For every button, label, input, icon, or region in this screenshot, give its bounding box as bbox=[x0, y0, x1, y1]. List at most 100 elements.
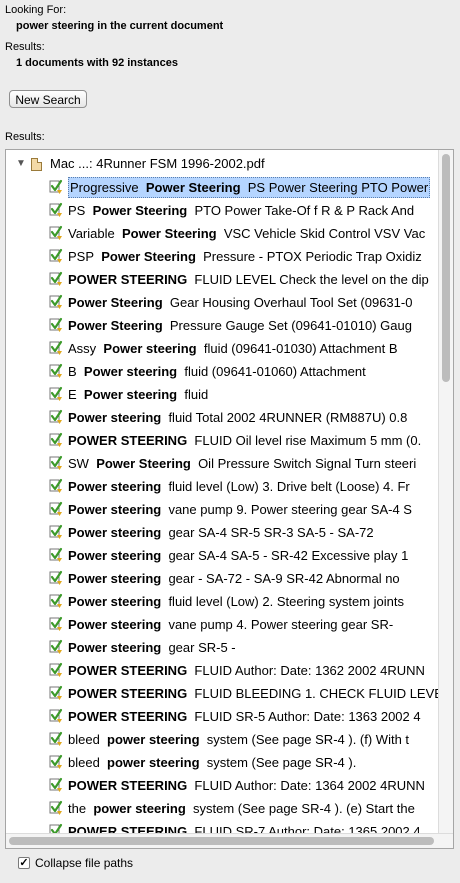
result-row[interactable]: bleed power steering system (See page SR… bbox=[6, 751, 438, 774]
result-context-before: Assy bbox=[68, 341, 97, 356]
results-tree-panel[interactable]: ▼ Mac ...: 4Runner FSM 1996-2002.pdf Pro… bbox=[5, 149, 454, 849]
vertical-scroll-thumb[interactable] bbox=[442, 154, 450, 382]
looking-for-label: Looking For: bbox=[5, 4, 67, 16]
result-match: Power steering bbox=[68, 479, 162, 494]
result-text: POWER STEERING FLUID Oil level rise Maxi… bbox=[68, 429, 421, 452]
result-row[interactable]: Progressive Power Steering PS Power Stee… bbox=[6, 176, 438, 199]
vertical-scrollbar[interactable] bbox=[438, 150, 453, 834]
result-row[interactable]: Power Steering Gear Housing Overhaul Too… bbox=[6, 291, 438, 314]
result-text: Power steering fluid level (Low) 2. Stee… bbox=[68, 590, 404, 613]
result-row[interactable]: POWER STEERING FLUID SR-5 Author: Date: … bbox=[6, 705, 438, 728]
result-context-after: gear SA-4 SA-5 - SR-42 Excessive play 1 bbox=[168, 548, 409, 563]
result-match: Power steering bbox=[68, 640, 162, 655]
result-row[interactable]: PS Power Steering PTO Power Take-Of f R … bbox=[6, 199, 438, 222]
search-hit-icon bbox=[49, 478, 63, 493]
result-context-after: fluid (09641-01060) Attachment bbox=[184, 364, 366, 379]
result-row[interactable]: POWER STEERING FLUID BLEEDING 1. CHECK F… bbox=[6, 682, 438, 705]
result-context-before: the bbox=[68, 801, 87, 816]
result-row[interactable]: PSP Power Steering Pressure - PTOX Perio… bbox=[6, 245, 438, 268]
horizontal-scrollbar[interactable] bbox=[6, 833, 453, 848]
search-hit-icon bbox=[49, 271, 63, 286]
result-row[interactable]: Power steering gear - SA-72 - SA-9 SR-42… bbox=[6, 567, 438, 590]
results-list: Progressive Power Steering PS Power Stee… bbox=[6, 176, 438, 843]
result-row[interactable]: Assy Power steering fluid (09641-01030) … bbox=[6, 337, 438, 360]
result-text: POWER STEERING FLUID BLEEDING 1. CHECK F… bbox=[68, 682, 438, 705]
result-text: Power steering fluid level (Low) 3. Driv… bbox=[68, 475, 410, 498]
result-context-after: system (See page SR-4 ). (f) With t bbox=[206, 732, 410, 747]
result-text: Variable Power Steering VSC Vehicle Skid… bbox=[68, 222, 425, 245]
search-hit-icon bbox=[49, 524, 63, 539]
horizontal-scroll-thumb[interactable] bbox=[9, 837, 434, 845]
result-row[interactable]: Power steering fluid level (Low) 3. Driv… bbox=[6, 475, 438, 498]
result-match: Power Steering bbox=[121, 226, 217, 241]
search-hit-icon bbox=[49, 754, 63, 769]
result-match: POWER STEERING bbox=[68, 663, 188, 678]
result-text: B Power steering fluid (09641-01060) Att… bbox=[68, 360, 366, 383]
result-context-after: gear SR-5 - bbox=[168, 640, 236, 655]
result-match: Power Steering bbox=[92, 203, 188, 218]
result-context-after: FLUID Oil level rise Maximum 5 mm (0. bbox=[194, 433, 422, 448]
result-row[interactable]: bleed power steering system (See page SR… bbox=[6, 728, 438, 751]
result-row[interactable]: Power steering vane pump 4. Power steeri… bbox=[6, 613, 438, 636]
document-title: Mac ...: 4Runner FSM 1996-2002.pdf bbox=[50, 156, 265, 171]
disclosure-triangle-icon[interactable]: ▼ bbox=[16, 153, 26, 175]
result-row[interactable]: the power steering system (See page SR-4… bbox=[6, 797, 438, 820]
result-row[interactable]: Power steering fluid Total 2002 4RUNNER … bbox=[6, 406, 438, 429]
result-match: Power steering bbox=[103, 341, 197, 356]
results-summary-label: Results: bbox=[5, 41, 45, 53]
result-row[interactable]: Power steering gear SR-5 - bbox=[6, 636, 438, 659]
result-context-after: PTO Power Take-Of f R & P Rack And bbox=[194, 203, 415, 218]
result-row[interactable]: E Power steering fluid bbox=[6, 383, 438, 406]
result-row[interactable]: Power Steering Pressure Gauge Set (09641… bbox=[6, 314, 438, 337]
result-row[interactable]: POWER STEERING FLUID Author: Date: 1362 … bbox=[6, 659, 438, 682]
result-context-before: PSP bbox=[68, 249, 95, 264]
collapse-file-paths-checkbox[interactable]: ✓ bbox=[18, 857, 30, 869]
document-node[interactable]: ▼ Mac ...: 4Runner FSM 1996-2002.pdf bbox=[6, 153, 436, 175]
result-row[interactable]: Variable Power Steering VSC Vehicle Skid… bbox=[6, 222, 438, 245]
result-text: bleed power steering system (See page SR… bbox=[68, 751, 356, 774]
result-row[interactable]: Power steering gear SA-4 SA-5 - SR-42 Ex… bbox=[6, 544, 438, 567]
result-match: Power steering bbox=[68, 548, 162, 563]
result-context-after: PS Power Steering PTO Power bbox=[247, 180, 429, 195]
result-match: Power steering bbox=[68, 410, 162, 425]
result-match: power steering bbox=[93, 801, 186, 816]
result-match: Power steering bbox=[68, 571, 162, 586]
search-hit-icon bbox=[49, 662, 63, 677]
search-hit-icon bbox=[49, 685, 63, 700]
result-context-after: FLUID SR-5 Author: Date: 1363 2002 4 bbox=[194, 709, 421, 724]
result-context-after: FLUID Author: Date: 1364 2002 4RUNN bbox=[194, 778, 425, 793]
result-row[interactable]: SW Power Steering Oil Pressure Switch Si… bbox=[6, 452, 438, 475]
result-row[interactable]: POWER STEERING FLUID LEVEL Check the lev… bbox=[6, 268, 438, 291]
result-row[interactable]: Power steering vane pump 9. Power steeri… bbox=[6, 498, 438, 521]
result-context-after: fluid level (Low) 2. Steering system joi… bbox=[168, 594, 404, 609]
result-row[interactable]: Power steering gear SA-4 SR-5 SR-3 SA-5 … bbox=[6, 521, 438, 544]
result-context-after: fluid (09641-01030) Attachment B bbox=[203, 341, 398, 356]
result-row[interactable]: POWER STEERING FLUID Oil level rise Maxi… bbox=[6, 429, 438, 452]
result-match: POWER STEERING bbox=[68, 272, 188, 287]
result-context-after: system (See page SR-4 ). bbox=[206, 755, 357, 770]
search-hit-icon bbox=[49, 409, 63, 424]
result-text: the power steering system (See page SR-4… bbox=[68, 797, 415, 820]
result-text: Assy Power steering fluid (09641-01030) … bbox=[68, 337, 398, 360]
result-row[interactable]: B Power steering fluid (09641-01060) Att… bbox=[6, 360, 438, 383]
result-row[interactable]: POWER STEERING FLUID Author: Date: 1364 … bbox=[6, 774, 438, 797]
search-hit-icon bbox=[49, 547, 63, 562]
search-hit-icon bbox=[49, 202, 63, 217]
result-context-after: gear SA-4 SR-5 SR-3 SA-5 - SA-72 bbox=[168, 525, 374, 540]
result-context-after: system (See page SR-4 ). (e) Start the bbox=[193, 801, 415, 816]
result-context-after: VSC Vehicle Skid Control VSV Vac bbox=[223, 226, 426, 241]
looking-for-value: power steering in the current document bbox=[16, 20, 224, 32]
new-search-button[interactable]: New Search bbox=[9, 90, 87, 108]
result-context-after: fluid bbox=[184, 387, 209, 402]
result-match: Power steering bbox=[68, 594, 162, 609]
results-list-label: Results: bbox=[5, 131, 45, 143]
result-context-after: fluid level (Low) 3. Drive belt (Loose) … bbox=[168, 479, 410, 494]
result-context-before: SW bbox=[68, 456, 89, 471]
result-row[interactable]: Power steering fluid level (Low) 2. Stee… bbox=[6, 590, 438, 613]
result-context-after: FLUID BLEEDING 1. CHECK FLUID LEVEL bbox=[194, 686, 438, 701]
result-context-after: FLUID Author: Date: 1362 2002 4RUNN bbox=[194, 663, 425, 678]
result-match: Power steering bbox=[83, 364, 178, 379]
search-hit-icon bbox=[49, 363, 63, 378]
results-summary-value: 1 documents with 92 instances bbox=[16, 57, 178, 69]
result-context-before: bleed bbox=[68, 732, 100, 747]
